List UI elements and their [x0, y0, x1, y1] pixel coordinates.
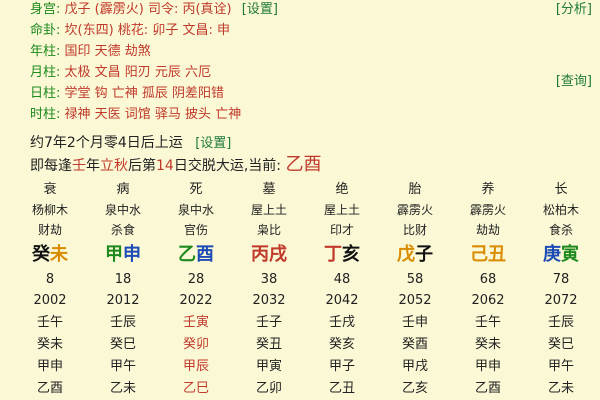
nayin-label: 屋上土: [250, 203, 287, 217]
start-age: 58: [406, 272, 424, 287]
info-row-hour: 时柱: 禄神 天医 词馆 驿马 披头 亡神: [30, 107, 242, 122]
dayun-column[interactable]: 病 泉中水 杀食 甲申 18 2012 壬辰 癸巳 甲午 乙未: [87, 180, 159, 400]
dayun-column[interactable]: 养 霹雳火 劫劫 己丑 68 2062 壬午 癸未 甲申 乙酉: [452, 180, 524, 400]
start-age: 18: [114, 272, 132, 287]
nayin-label: 杨柳木: [31, 203, 68, 217]
shishen-label: 印才: [329, 223, 354, 237]
dayun-column[interactable]: 衰 杨柳木 财劫 癸未 8 2002 壬午 癸未 甲申 乙酉: [14, 180, 86, 400]
query-link[interactable]: [查询]: [556, 72, 592, 92]
start-age: 78: [552, 272, 570, 287]
current-dayun: 乙酉: [285, 154, 322, 175]
start-year: 2072: [544, 293, 578, 308]
start-year: 2012: [106, 293, 140, 308]
stage-label: 病: [116, 182, 130, 197]
stage-label: 衰: [43, 182, 57, 197]
dayun-column[interactable]: 绝 屋上土 印才 丁亥 48 2042 壬戌 癸亥 甲子 乙丑: [306, 180, 378, 400]
nayin-label: 霹雳火: [469, 203, 506, 217]
start-year: 2022: [179, 293, 213, 308]
shishen-label: 财劫: [37, 223, 62, 237]
analyze-link[interactable]: [分析]: [556, 0, 592, 20]
nayin-label: 霹雳火: [396, 203, 433, 217]
shishen-label: 杀食: [110, 223, 135, 237]
yun-settings-link[interactable]: [设置]: [195, 136, 231, 151]
start-year: 2052: [398, 293, 432, 308]
start-age: 68: [479, 272, 497, 287]
start-year: 2062: [471, 293, 505, 308]
info-row-minggua: 命卦: 坎(东四) 桃花: 卯子 文昌: 申: [30, 23, 230, 38]
dayun-column[interactable]: 墓 屋上土 枭比 丙戌 38 2032 壬子 癸丑 甲寅 乙卯: [233, 180, 305, 400]
start-year: 2042: [325, 293, 359, 308]
shishen-label: 枭比: [256, 223, 281, 237]
stage-label: 胎: [408, 182, 422, 197]
stage-label: 绝: [335, 182, 349, 197]
info-panel: 身宫: 戊子 (霹雳火) 司令: 丙(真诠) [设置] 命卦: 坎(东四) 桃花…: [0, 0, 600, 130]
start-year: 2002: [33, 293, 67, 308]
stage-label: 长: [554, 182, 568, 197]
nayin-label: 松柏木: [542, 203, 579, 217]
shishen-label: 官伤: [183, 223, 208, 237]
dayun-column[interactable]: 死 泉中水 官伤 乙酉 28 2022 壬寅 癸卯 甲辰 乙巳: [160, 180, 232, 400]
nayin-label: 泉中水: [104, 203, 141, 217]
start-age: 48: [333, 272, 351, 287]
info-row-day: 日柱: 学堂 钩 亡神 孤辰 阴差阳错: [30, 86, 225, 101]
shishen-label: 食杀: [548, 223, 573, 237]
nayin-label: 泉中水: [177, 203, 214, 217]
stage-label: 死: [189, 182, 203, 197]
info-row-year: 年柱: 国印 天德 劫煞: [30, 44, 151, 59]
dayun-column[interactable]: 胎 霹雳火 比财 戊子 58 2052 壬申 癸酉 甲戌 乙亥: [379, 180, 451, 400]
start-age: 28: [187, 272, 205, 287]
jiao-row: 即每逢壬年立秋后第14日交脱大运,当前: 乙酉: [30, 154, 322, 175]
stage-label: 养: [481, 182, 495, 197]
info-row-month: 月柱: 太极 文昌 阳刃 元辰 六厄: [30, 65, 212, 80]
shishen-label: 比财: [402, 223, 427, 237]
start-age: 38: [260, 272, 278, 287]
info-row-shengong: 身宫: 戊子 (霹雳火) 司令: 丙(真诠) [设置]: [30, 2, 278, 17]
shishen-label: 劫劫: [475, 223, 500, 237]
dayun-column[interactable]: 长 松柏木 食杀 庚寅 78 2072 壬辰 癸巳 甲午 乙未: [525, 180, 597, 400]
settings-link[interactable]: [设置]: [242, 2, 278, 17]
nayin-label: 屋上土: [323, 203, 360, 217]
stage-label: 墓: [262, 182, 276, 197]
start-year: 2032: [252, 293, 286, 308]
yun-row: 约7年2个月零4日后上运 [设置]: [30, 135, 232, 151]
start-age: 8: [45, 272, 55, 287]
